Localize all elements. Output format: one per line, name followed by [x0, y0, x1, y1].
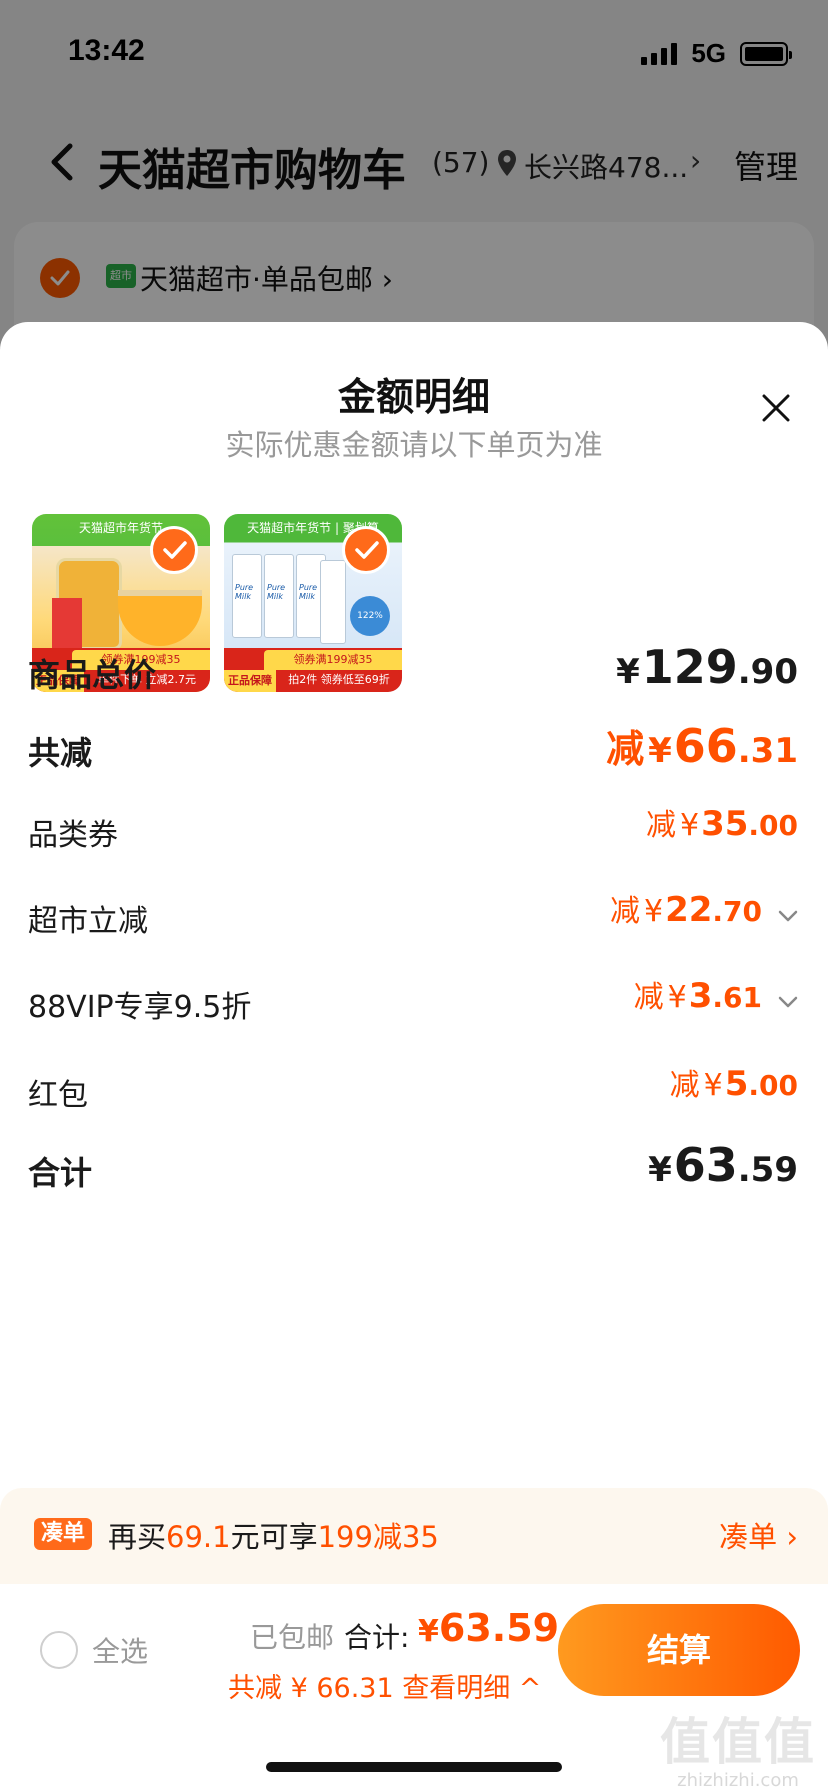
add-on-link[interactable]: 凑单 › — [719, 1514, 798, 1556]
sheet-title: 金额明细 — [337, 375, 490, 419]
row-label: 合计 — [28, 1154, 93, 1192]
market-discount-row[interactable]: 超市立减 减 ¥22.70 — [0, 886, 828, 946]
row-label: 商品总价 — [28, 656, 157, 694]
red-packet-value: 减 ¥5.00 — [669, 1064, 798, 1104]
category-coupon-value: 减 ¥35.00 — [645, 804, 798, 844]
milk-box-image — [320, 560, 346, 644]
view-details-link[interactable]: 共减 ¥ 66.31 查看明细 ^ — [228, 1666, 541, 1705]
watermark: 值值值 zhizhizhi.com — [660, 1713, 816, 1791]
total-discount-value: 减 ¥66.31 — [606, 719, 798, 773]
sheet-subtitle: 实际优惠金额请以下单页为准 — [225, 428, 603, 462]
home-indicator[interactable] — [266, 1762, 562, 1772]
bowl-image — [118, 590, 202, 646]
select-all-toggle[interactable]: 全选 — [40, 1630, 148, 1670]
red-packet-row: 红包 减 ¥5.00 — [0, 1060, 828, 1120]
milk-badge: 122% — [350, 596, 390, 636]
row-label: 共减 — [28, 734, 93, 772]
total-value: ¥63.59 — [418, 1606, 560, 1650]
product-check-icon — [150, 526, 198, 574]
market-discount-value: 减 ¥22.70 — [609, 890, 762, 930]
vip-discount-value: 减 ¥3.61 — [633, 976, 762, 1016]
grand-total-value: ¥63.59 — [648, 1138, 798, 1192]
checkout-button[interactable]: 结算 — [558, 1604, 800, 1696]
grand-total-row: 合计 ¥63.59 — [0, 1138, 828, 1198]
subtotal-value: ¥129.90 — [616, 640, 798, 694]
select-all-radio[interactable] — [40, 1631, 78, 1669]
select-all-label: 全选 — [92, 1635, 149, 1668]
dim-overlay[interactable] — [0, 0, 828, 360]
row-label: 超市立减 — [28, 904, 148, 939]
checkout-bar: 全选 已包邮 合计: ¥63.59 共减 ¥ 66.31 查看明细 ^ 结算 值… — [0, 1584, 828, 1792]
milk-box-image: Pure Milk — [232, 554, 262, 638]
row-label: 品类券 — [28, 818, 118, 853]
close-icon[interactable] — [760, 392, 792, 424]
add-on-text: 再买69.1元可享199减35 — [108, 1520, 439, 1554]
chevron-down-icon[interactable] — [776, 904, 800, 928]
total-label: 合计: — [344, 1621, 410, 1654]
free-shipping-label: 已包邮 — [250, 1621, 335, 1654]
chevron-down-icon[interactable] — [776, 990, 800, 1014]
category-coupon-row: 品类券 减 ¥35.00 — [0, 800, 828, 860]
row-label: 红包 — [28, 1078, 88, 1113]
subtotal-row: 商品总价 ¥129.90 — [0, 640, 828, 700]
row-label: 88VIP专享9.5折 — [28, 990, 252, 1025]
add-on-tag: 凑单 — [34, 1518, 92, 1550]
add-on-promo-strip: 凑单 再买69.1元可享199减35 凑单 › — [0, 1488, 828, 1584]
product-check-icon — [342, 526, 390, 574]
milk-box-image: Pure Milk — [264, 554, 294, 638]
vip-discount-row[interactable]: 88VIP专享9.5折 减 ¥3.61 — [0, 972, 828, 1032]
total-discount-row: 共减 减 ¥66.31 — [0, 718, 828, 778]
